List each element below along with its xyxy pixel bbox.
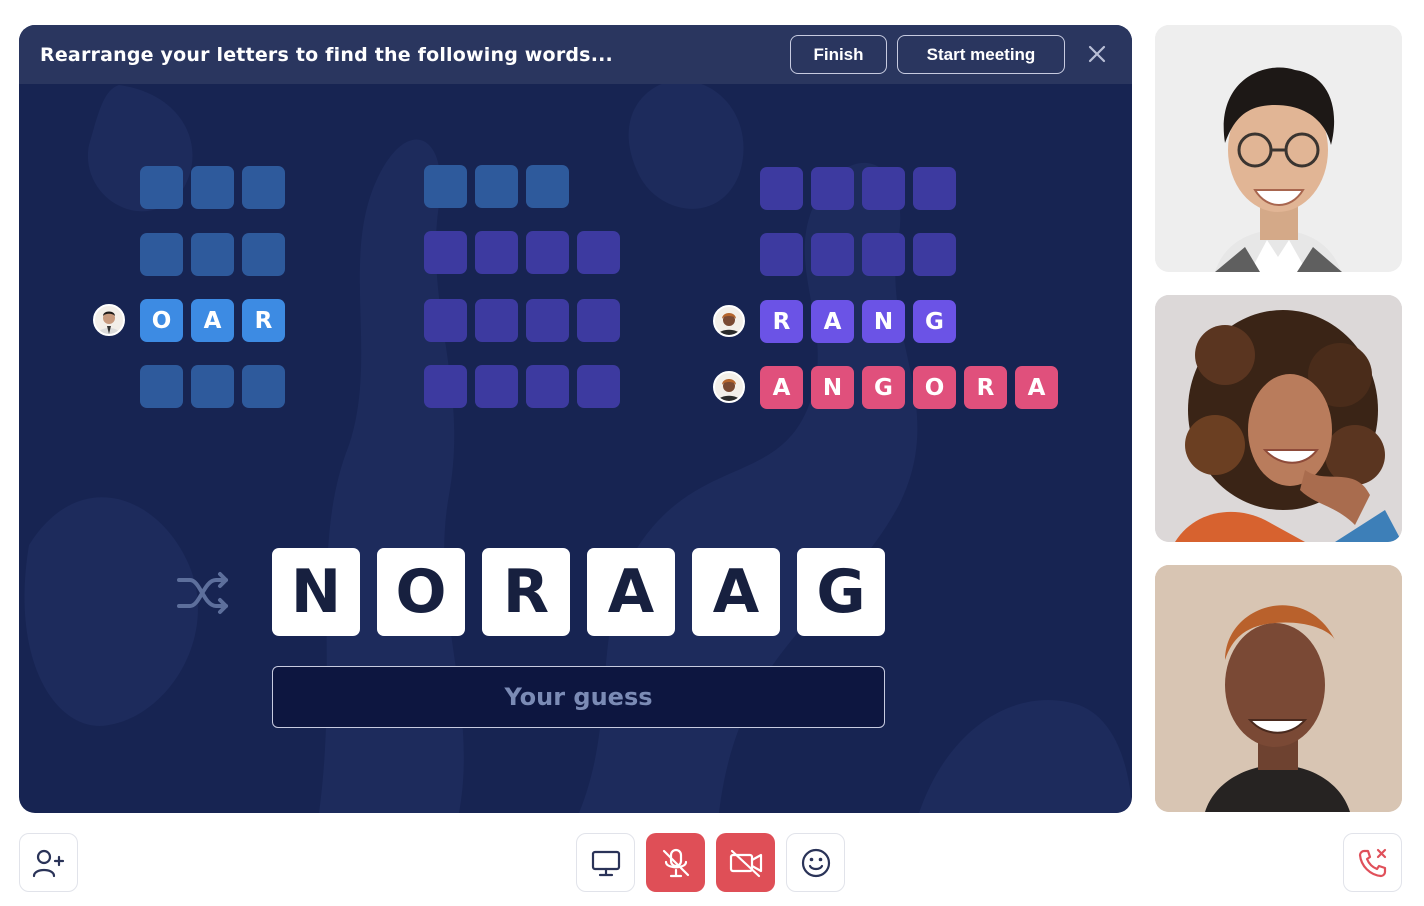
scrambled-letter-tile[interactable]: A bbox=[692, 548, 780, 636]
end-call-icon bbox=[1358, 848, 1386, 877]
empty-letter-slot bbox=[475, 299, 518, 342]
instructions-title: Rearrange your letters to find the follo… bbox=[40, 44, 613, 66]
close-icon bbox=[1088, 45, 1106, 63]
camera-toggle-button[interactable] bbox=[716, 833, 775, 892]
word-row bbox=[424, 165, 569, 208]
letter-tile: R bbox=[964, 366, 1007, 409]
empty-letter-slot bbox=[475, 165, 518, 208]
empty-letter-slot bbox=[526, 231, 569, 274]
word-row bbox=[140, 365, 285, 408]
guess-input[interactable] bbox=[272, 666, 885, 728]
empty-letter-slot bbox=[913, 167, 956, 210]
empty-letter-slot bbox=[862, 167, 905, 210]
empty-letter-slot bbox=[424, 365, 467, 408]
empty-letter-slot bbox=[424, 299, 467, 342]
empty-letter-slot bbox=[862, 233, 905, 276]
add-person-icon bbox=[32, 849, 64, 877]
word-row bbox=[140, 233, 285, 276]
participant-video-2[interactable] bbox=[1155, 295, 1402, 542]
empty-letter-slot bbox=[526, 299, 569, 342]
scrambled-letter-tile[interactable]: R bbox=[482, 548, 570, 636]
letter-tile: G bbox=[913, 300, 956, 343]
letter-tile: A bbox=[191, 299, 234, 342]
game-header-bar: Rearrange your letters to find the follo… bbox=[19, 25, 1132, 84]
word-row bbox=[424, 365, 620, 408]
empty-letter-slot bbox=[242, 166, 285, 209]
empty-letter-slot bbox=[475, 365, 518, 408]
word-row-solved: O A R bbox=[140, 299, 285, 342]
empty-letter-slot bbox=[811, 167, 854, 210]
shuffle-button[interactable] bbox=[176, 570, 232, 616]
emoji-icon bbox=[801, 848, 830, 877]
word-row-solved: R A N G bbox=[760, 300, 956, 343]
empty-letter-slot bbox=[811, 233, 854, 276]
empty-letter-slot bbox=[424, 165, 467, 208]
participant-video-3[interactable] bbox=[1155, 565, 1402, 812]
word-row bbox=[760, 233, 956, 276]
player-avatar bbox=[713, 305, 745, 337]
empty-letter-slot bbox=[424, 231, 467, 274]
empty-letter-slot bbox=[526, 165, 569, 208]
empty-letter-slot bbox=[577, 299, 620, 342]
microphone-toggle-button[interactable] bbox=[646, 833, 705, 892]
empty-letter-slot bbox=[140, 233, 183, 276]
shuffle-icon bbox=[177, 572, 228, 614]
empty-letter-slot bbox=[760, 167, 803, 210]
letter-tile: O bbox=[913, 366, 956, 409]
reactions-button[interactable] bbox=[786, 833, 845, 892]
letter-tile: R bbox=[242, 299, 285, 342]
empty-letter-slot bbox=[242, 233, 285, 276]
empty-letter-slot bbox=[760, 233, 803, 276]
empty-letter-slot bbox=[577, 365, 620, 408]
word-row bbox=[424, 231, 620, 274]
empty-letter-slot bbox=[242, 365, 285, 408]
letter-tile: N bbox=[862, 300, 905, 343]
letter-tile: A bbox=[1015, 366, 1058, 409]
participant-photo bbox=[1155, 565, 1402, 812]
participant-video-1[interactable] bbox=[1155, 25, 1402, 272]
word-game-panel: Rearrange your letters to find the follo… bbox=[19, 25, 1132, 813]
player-avatar bbox=[93, 304, 125, 336]
scrambled-letter-tile[interactable]: O bbox=[377, 548, 465, 636]
word-row bbox=[760, 167, 956, 210]
letter-tile: R bbox=[760, 300, 803, 343]
invite-participant-button[interactable] bbox=[19, 833, 78, 892]
letter-tile: A bbox=[760, 366, 803, 409]
camera-off-icon bbox=[729, 849, 762, 877]
participant-photo bbox=[1155, 295, 1402, 542]
scrambled-letter-tile[interactable]: A bbox=[587, 548, 675, 636]
mic-muted-icon bbox=[662, 848, 689, 877]
player-avatar bbox=[713, 371, 745, 403]
scrambled-letter-tile[interactable]: G bbox=[797, 548, 885, 636]
empty-letter-slot bbox=[140, 365, 183, 408]
empty-letter-slot bbox=[140, 166, 183, 209]
end-call-button[interactable] bbox=[1343, 833, 1402, 892]
empty-letter-slot bbox=[577, 231, 620, 274]
empty-letter-slot bbox=[191, 233, 234, 276]
start-meeting-button[interactable]: Start meeting bbox=[897, 35, 1065, 74]
empty-letter-slot bbox=[475, 231, 518, 274]
participant-photo bbox=[1155, 25, 1402, 272]
letter-tile: A bbox=[811, 300, 854, 343]
empty-letter-slot bbox=[913, 233, 956, 276]
screen-share-icon bbox=[591, 850, 620, 876]
word-row bbox=[140, 166, 285, 209]
word-row bbox=[424, 299, 620, 342]
letter-tile: O bbox=[140, 299, 183, 342]
scrambled-letter-tile[interactable]: N bbox=[272, 548, 360, 636]
finish-button[interactable]: Finish bbox=[790, 35, 887, 74]
empty-letter-slot bbox=[191, 365, 234, 408]
letter-tile: N bbox=[811, 366, 854, 409]
screen-share-button[interactable] bbox=[576, 833, 635, 892]
empty-letter-slot bbox=[191, 166, 234, 209]
word-row-solved: A N G O R A bbox=[760, 366, 1058, 409]
empty-letter-slot bbox=[526, 365, 569, 408]
letter-tile: G bbox=[862, 366, 905, 409]
close-button[interactable] bbox=[1085, 42, 1109, 66]
